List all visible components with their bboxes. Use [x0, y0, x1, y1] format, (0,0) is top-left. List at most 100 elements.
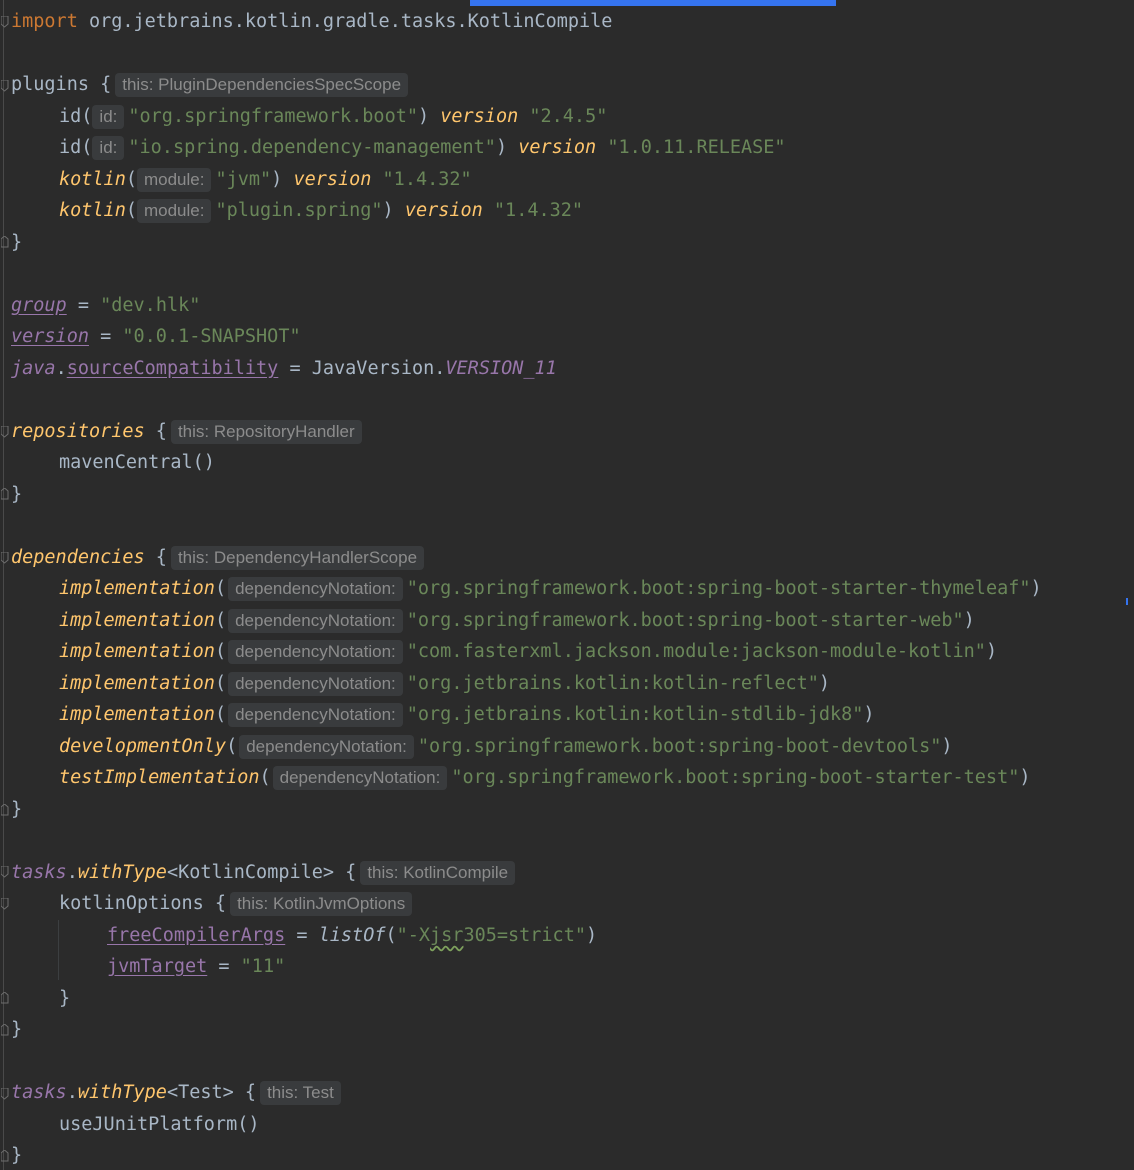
- code-line-plugin-dep-mgmt[interactable]: id(id: "io.spring.dependency-management")…: [59, 136, 786, 160]
- close-paren: ): [941, 736, 953, 757]
- inlay-hint: dependencyNotation:: [239, 735, 414, 759]
- list-of-function: listOf: [318, 925, 386, 946]
- close-brace: }: [59, 988, 71, 1009]
- inlay-hint: module:: [136, 168, 212, 192]
- string-literal: 305=strict": [463, 925, 586, 946]
- version-keyword: version: [518, 137, 597, 158]
- code-line-close-brace[interactable]: }: [11, 798, 22, 822]
- fold-marker-icon[interactable]: [1, 426, 9, 438]
- fold-marker-icon[interactable]: [1, 80, 9, 92]
- code-line-dep-stdlib[interactable]: implementation(dependencyNotation: "org.j…: [59, 703, 875, 727]
- fold-marker-icon[interactable]: [1, 16, 9, 28]
- code-line-java-compat[interactable]: java.sourceCompatibility = JavaVersion.V…: [11, 357, 557, 381]
- code-line-close-brace[interactable]: }: [59, 987, 70, 1011]
- code-line-maven-central[interactable]: mavenCentral(): [59, 451, 215, 475]
- string-literal: "jvm": [215, 169, 272, 190]
- code-line-dep-test[interactable]: testImplementation(dependencyNotation: "o…: [59, 766, 1031, 790]
- code-line-close-brace[interactable]: }: [11, 231, 22, 255]
- version-keyword: version: [293, 169, 372, 190]
- code-line-tasks-kotlin-compile[interactable]: tasks.withType<KotlinCompile> {this: Kot…: [11, 861, 519, 885]
- fold-end-icon[interactable]: [1, 992, 9, 1004]
- close-paren: ): [417, 106, 430, 127]
- implementation-function: implementation: [59, 578, 215, 599]
- string-literal: "io.spring.dependency-management": [128, 137, 496, 158]
- string-literal: "11": [240, 956, 286, 977]
- code-line-dep-thymeleaf[interactable]: implementation(dependencyNotation: "org.s…: [59, 577, 1042, 601]
- string-literal: "plugin.spring": [215, 200, 383, 221]
- inlay-hint: this: KotlinCompile: [360, 861, 516, 885]
- generic-type: <Test>: [166, 1082, 234, 1103]
- source-compat-property: sourceCompatibility: [66, 358, 279, 379]
- close-paren: ): [382, 200, 394, 221]
- code-line-plugin-boot[interactable]: id(id: "org.springframework.boot") versio…: [59, 105, 607, 129]
- fold-marker-icon[interactable]: [1, 898, 9, 910]
- fold-end-icon[interactable]: [1, 804, 9, 816]
- code-line-group[interactable]: group = "dev.hlk": [11, 294, 200, 318]
- code-line-dep-web[interactable]: implementation(dependencyNotation: "org.s…: [59, 609, 975, 633]
- inlay-hint: this: DependencyHandlerScope: [170, 546, 425, 570]
- code-line-dep-jackson[interactable]: implementation(dependencyNotation: "com.f…: [59, 640, 997, 664]
- tasks-property: tasks: [11, 1082, 67, 1103]
- code-line-dependencies[interactable]: dependencies {this: DependencyHandlerSco…: [11, 546, 428, 570]
- code-editor[interactable]: import org.jetbrains.kotlin.gradle.tasks…: [0, 0, 1134, 1170]
- code-line-close-brace[interactable]: }: [11, 1144, 22, 1168]
- fold-end-icon[interactable]: [1, 1150, 9, 1162]
- code-line-close-brace[interactable]: }: [11, 483, 22, 507]
- code-line-jvm-target[interactable]: jvmTarget = "11": [107, 955, 285, 979]
- inlay-hint: dependencyNotation:: [272, 766, 448, 790]
- string-literal: "org.springframework.boot:spring-boot-st…: [406, 610, 964, 631]
- code-line-repositories[interactable]: repositories {this: RepositoryHandler: [11, 420, 366, 444]
- dependencies-function: dependencies: [11, 547, 145, 568]
- fold-end-icon[interactable]: [1, 236, 9, 248]
- string-literal: "org.springframework.boot": [128, 106, 418, 127]
- fold-marker-icon[interactable]: [1, 1088, 9, 1100]
- code-line-plugins[interactable]: plugins {this: PluginDependenciesSpecSco…: [11, 73, 412, 97]
- inlay-hint: id:: [92, 136, 125, 160]
- implementation-function: implementation: [59, 610, 215, 631]
- version-keyword: version: [440, 106, 519, 127]
- code-line-free-compiler-args[interactable]: freeCompilerArgs = listOf("-Xjsr305=stri…: [107, 924, 597, 948]
- string-literal: "1.4.32": [493, 200, 584, 221]
- string-literal: "1.4.32": [382, 169, 472, 190]
- import-path: org.jetbrains.kotlin.gradle.tasks.Kotlin…: [77, 11, 613, 32]
- inlay-hint: this: Test: [260, 1081, 341, 1105]
- code-line-kotlin-jvm[interactable]: kotlin(module: "jvm") version "1.4.32": [59, 168, 472, 192]
- java-version-class: JavaVersion.: [311, 358, 446, 379]
- generic-type: <KotlinCompile>: [166, 862, 335, 883]
- code-line-version[interactable]: version = "0.0.1-SNAPSHOT": [11, 325, 301, 349]
- scroll-position-indicator: [470, 0, 836, 6]
- code-line-import[interactable]: import org.jetbrains.kotlin.gradle.tasks…: [11, 10, 612, 34]
- close-paren: ): [1030, 578, 1042, 599]
- close-brace: }: [11, 232, 23, 253]
- inlay-hint: id:: [92, 105, 125, 129]
- code-line-dep-reflect[interactable]: implementation(dependencyNotation: "org.j…: [59, 672, 830, 696]
- indent-guide: [58, 920, 59, 980]
- java-property: java: [11, 358, 56, 379]
- fold-end-icon[interactable]: [1, 488, 9, 500]
- kotlin-options-block: kotlinOptions {: [59, 893, 227, 914]
- implementation-function: implementation: [59, 704, 215, 725]
- fold-marker-icon[interactable]: [1, 552, 9, 564]
- close-paren: ): [1019, 767, 1031, 788]
- close-paren: ): [985, 641, 998, 662]
- version-keyword: version: [404, 200, 483, 221]
- inlay-hint: dependencyNotation:: [228, 609, 403, 633]
- close-paren: ): [818, 673, 831, 694]
- free-compiler-args-property: freeCompilerArgs: [107, 925, 286, 946]
- string-literal: "org.jetbrains.kotlin:kotlin-reflect": [406, 673, 819, 694]
- string-literal: "org.springframework.boot:spring-boot-st…: [406, 578, 1031, 599]
- development-only-function: developmentOnly: [59, 736, 227, 757]
- implementation-function: implementation: [59, 641, 215, 662]
- fold-marker-icon[interactable]: [1, 866, 9, 878]
- fold-end-icon[interactable]: [1, 1024, 9, 1036]
- group-property: group: [11, 295, 67, 316]
- code-line-use-junit[interactable]: useJUnitPlatform(): [59, 1113, 259, 1137]
- code-line-dep-devtools[interactable]: developmentOnly(dependencyNotation: "org.…: [59, 735, 953, 759]
- code-line-kotlin-options[interactable]: kotlinOptions {this: KotlinJvmOptions: [59, 892, 416, 916]
- close-brace: }: [11, 799, 23, 820]
- inlay-hint: this: PluginDependenciesSpecScope: [115, 73, 409, 97]
- string-literal: "1.0.11.RELEASE": [607, 137, 786, 158]
- code-line-tasks-test[interactable]: tasks.withType<Test> {this: Test: [11, 1081, 345, 1105]
- code-line-close-brace[interactable]: }: [11, 1018, 22, 1042]
- code-line-kotlin-spring[interactable]: kotlin(module: "plugin.spring") version "…: [59, 199, 583, 223]
